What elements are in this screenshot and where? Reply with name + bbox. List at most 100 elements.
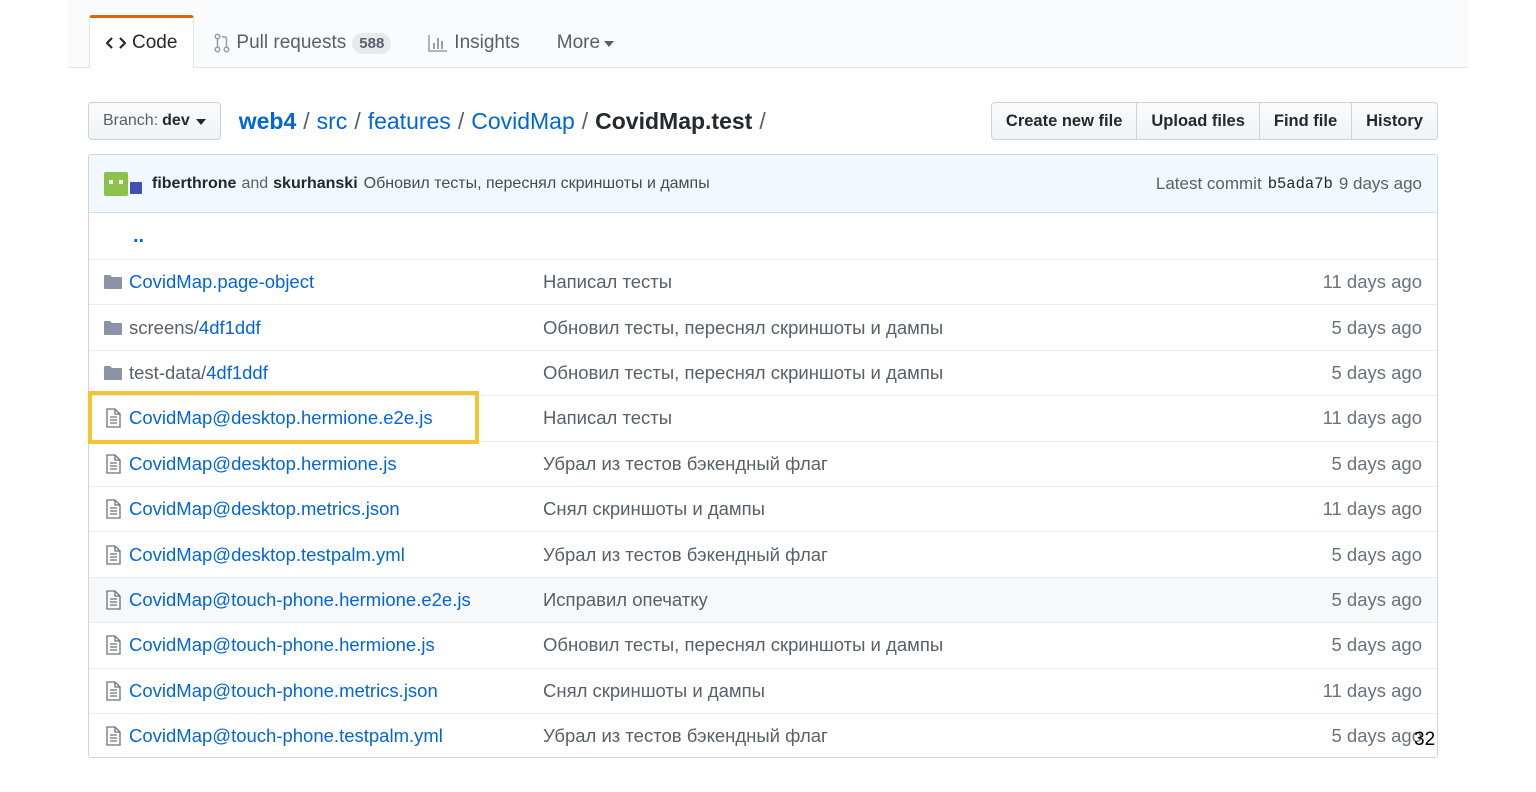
tab-code-label: Code	[132, 32, 178, 53]
commit-author-link[interactable]: fiberthrone	[152, 175, 236, 193]
commit-age: 5 days ago	[1331, 588, 1422, 610]
commit-message[interactable]: Снял скриншоты и дампы	[543, 498, 1287, 520]
tab-more[interactable]: More	[540, 15, 631, 69]
file-name: CovidMap.page-object	[129, 271, 543, 293]
updir-row[interactable]: ..	[89, 213, 1437, 259]
file-row[interactable]: CovidMap@touch-phone.hermione.e2e.js Исп…	[89, 576, 1437, 623]
commit-message[interactable]: Обновил тесты, переснял скриншоты и дамп…	[543, 634, 1287, 656]
repo-nav: Code Pull requests 588 Insights More	[89, 14, 634, 69]
upload-files-button[interactable]: Upload files	[1136, 102, 1260, 140]
file-row[interactable]: CovidMap@touch-phone.metrics.json Снял с…	[89, 667, 1437, 713]
tab-pull-requests[interactable]: Pull requests 588	[197, 15, 408, 69]
file-name: CovidMap@desktop.hermione.js	[129, 453, 543, 475]
file-icon	[89, 408, 129, 429]
breadcrumb-separator: /	[457, 107, 465, 134]
commit-message[interactable]: Исправил опечатку	[543, 589, 1287, 611]
breadcrumb-src[interactable]: src	[317, 108, 348, 135]
file-row[interactable]: CovidMap@touch-phone.hermione.js Обновил…	[89, 622, 1437, 667]
latest-commit-meta: Latest commit b5ada7b 9 days ago	[1156, 174, 1422, 194]
commit-age: 5 days ago	[1331, 452, 1422, 474]
file-name: CovidMap@desktop.hermione.e2e.js	[129, 407, 543, 429]
file-icon	[89, 635, 129, 655]
file-actions-group: Create new file Upload files Find file H…	[990, 102, 1438, 140]
commit-age: 11 days ago	[1322, 679, 1422, 701]
file-row[interactable]: CovidMap@desktop.testpalm.yml Убрал из т…	[89, 531, 1437, 576]
submodule-folder-icon	[89, 320, 129, 336]
file-icon	[89, 454, 129, 474]
file-name: test-data/4df1ddf	[129, 362, 543, 384]
submodule-dir-name: test-data/	[129, 361, 207, 383]
parent-directory-link[interactable]: ..	[89, 225, 144, 248]
submodule-commit-link[interactable]: 4df1ddf	[206, 362, 268, 383]
breadcrumb-separator: /	[581, 107, 589, 134]
commit-age: 11 days ago	[1322, 407, 1422, 429]
git-pull-request-icon	[214, 33, 230, 53]
file-name-link[interactable]: CovidMap@desktop.metrics.json	[129, 498, 400, 519]
commit-age: 5 days ago	[1331, 634, 1422, 656]
submodule-commit-link[interactable]: 4df1ddf	[199, 317, 261, 338]
tab-insights-label: Insights	[454, 32, 520, 53]
file-icon	[89, 544, 129, 565]
avatar[interactable]	[104, 171, 128, 196]
file-name-link[interactable]: CovidMap@desktop.hermione.js	[129, 453, 397, 474]
create-new-file-button[interactable]: Create new file	[990, 102, 1138, 140]
file-row[interactable]: CovidMap@desktop.hermione.js Убрал из те…	[89, 440, 1437, 486]
file-name: CovidMap@desktop.testpalm.yml	[129, 544, 543, 566]
file-row[interactable]: screens/4df1ddf Обновил тесты, переснял …	[89, 304, 1437, 349]
file-row[interactable]: CovidMap@touch-phone.testpalm.yml Убрал …	[89, 712, 1437, 757]
submodule-dir-name: screens/	[129, 316, 199, 338]
graph-icon	[428, 34, 448, 52]
find-file-button[interactable]: Find file	[1258, 102, 1353, 140]
tab-more-label: More	[556, 32, 601, 53]
file-name: screens/4df1ddf	[129, 317, 543, 339]
breadcrumb: web4 / src / features / CovidMap / Covid…	[239, 108, 773, 135]
file-name-link[interactable]: CovidMap@touch-phone.metrics.json	[129, 680, 438, 701]
author-avatars[interactable]	[104, 171, 142, 196]
breadcrumb-features[interactable]: features	[368, 108, 451, 135]
commit-message-link[interactable]: Обновил тесты, переснял скриншоты и дамп…	[364, 175, 710, 193]
breadcrumb-separator: /	[303, 107, 310, 134]
commit-message[interactable]: Обновил тесты, переснял скриншоты и дамп…	[543, 362, 1287, 384]
code-icon	[106, 35, 126, 51]
commit-message[interactable]: Написал тесты	[543, 407, 1287, 429]
commit-message[interactable]: Написал тесты	[543, 271, 1287, 293]
tab-code[interactable]: Code	[89, 15, 195, 69]
pull-requests-counter: 588	[352, 32, 392, 54]
slide-number: 32	[1414, 729, 1436, 750]
commit-message[interactable]: Убрал из тестов бэкендный флаг	[543, 544, 1287, 566]
file-list: fiberthrone and skurhanski Обновил тесты…	[88, 154, 1438, 758]
commit-age: 5 days ago	[1331, 316, 1422, 338]
commit-message[interactable]: Снял скриншоты и дампы	[543, 680, 1287, 702]
commit-tease: fiberthrone and skurhanski Обновил тесты…	[89, 155, 1437, 213]
tab-insights[interactable]: Insights	[411, 15, 536, 69]
history-button[interactable]: History	[1351, 102, 1438, 140]
file-name-link[interactable]: CovidMap@touch-phone.hermione.e2e.js	[129, 589, 471, 610]
breadcrumb-separator: /	[354, 107, 361, 134]
commit-message[interactable]: Убрал из тестов бэкендный флаг	[543, 725, 1287, 747]
file-name-link[interactable]: CovidMap@desktop.testpalm.yml	[129, 544, 405, 565]
branch-select-button[interactable]: Branch: dev	[88, 102, 221, 140]
file-name: CovidMap@touch-phone.hermione.js	[129, 634, 543, 656]
commit-sha-link[interactable]: b5ada7b	[1268, 175, 1333, 193]
file-row[interactable]: test-data/4df1ddf Обновил тесты, пересня…	[89, 349, 1437, 395]
file-name-link[interactable]: CovidMap@touch-phone.testpalm.yml	[129, 725, 443, 746]
commit-message[interactable]: Убрал из тестов бэкендный флаг	[543, 453, 1287, 475]
avatar[interactable]	[130, 181, 142, 194]
chevron-down-icon	[604, 41, 615, 47]
commit-message[interactable]: Обновил тесты, переснял скриншоты и дамп…	[543, 317, 1287, 339]
file-name-link[interactable]: CovidMap@desktop.hermione.e2e.js	[129, 407, 433, 428]
file-row[interactable]: CovidMap.page-object Написал тесты 11 da…	[89, 259, 1437, 304]
file-row[interactable]: CovidMap@desktop.metrics.json Снял скрин…	[89, 485, 1437, 531]
commit-age: 5 days ago	[1331, 543, 1422, 565]
tab-pull-requests-label: Pull requests	[236, 32, 347, 53]
file-icon	[89, 681, 129, 701]
breadcrumb-covidmap[interactable]: CovidMap	[471, 108, 575, 135]
commit-coauthor-link[interactable]: skurhanski	[273, 175, 357, 193]
file-row[interactable]: CovidMap@desktop.hermione.e2e.js Написал…	[89, 395, 1437, 440]
commit-age: 11 days ago	[1322, 271, 1422, 293]
file-name-link[interactable]: CovidMap@touch-phone.hermione.js	[129, 634, 435, 655]
breadcrumb-repo-root[interactable]: web4	[239, 108, 297, 135]
file-name-link[interactable]: CovidMap.page-object	[129, 271, 314, 292]
commit-age: 5 days ago	[1331, 361, 1422, 383]
latest-commit-label: Latest commit	[1155, 173, 1262, 193]
